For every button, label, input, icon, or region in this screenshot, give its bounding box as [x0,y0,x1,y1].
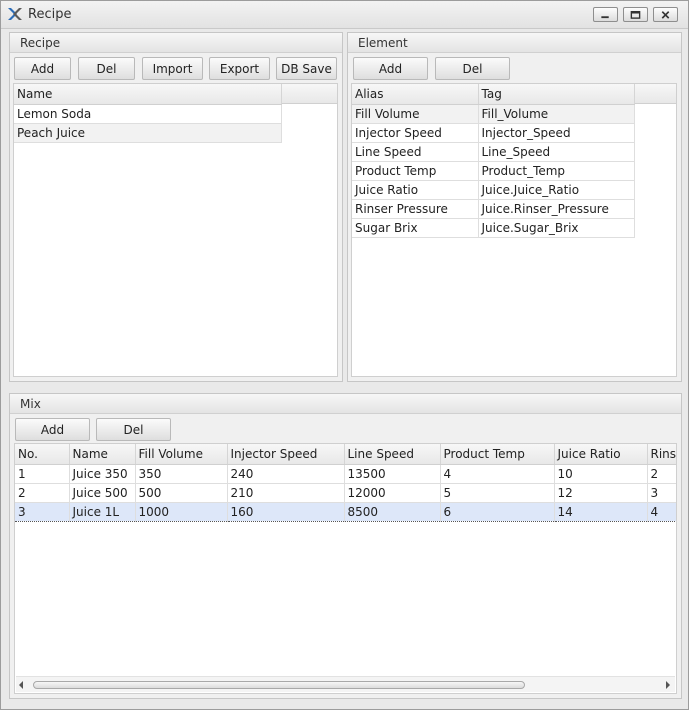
mix-cell[interactable]: 240 [227,464,345,484]
table-row[interactable]: Peach Juice [14,123,282,143]
minimize-icon [601,16,609,19]
mix-cell[interactable]: 12000 [344,483,441,503]
recipe-cell[interactable]: Peach Juice [14,123,282,143]
recipe-panel-header: Recipe [10,33,342,53]
table-row-selected[interactable]: 3 Juice 1L 1000 160 8500 6 14 4 [15,501,676,522]
alias-cell[interactable]: Fill Volume [352,104,479,124]
mix-col-product-temp[interactable]: Product Temp [440,444,555,465]
maximize-icon [630,10,641,19]
alias-cell[interactable]: Juice Ratio [352,180,479,200]
mix-cell[interactable]: 3 [647,483,676,503]
mix-col-name[interactable]: Name [69,444,136,465]
scroll-left-arrow-icon[interactable] [19,681,23,689]
table-row[interactable]: 2 Juice 500 500 210 12000 5 12 3 [15,483,676,503]
mix-cell[interactable]: Juice 500 [69,483,136,503]
table-row[interactable]: Lemon Soda [14,104,282,124]
recipe-import-button[interactable]: Import [142,57,203,80]
recipe-grid[interactable]: Name Lemon Soda Peach Juice [13,83,338,377]
mix-cell[interactable]: 2 [15,483,70,503]
mix-cell[interactable]: 4 [647,501,676,522]
mix-col-line-speed[interactable]: Line Speed [344,444,441,465]
element-panel-header: Element [348,33,681,53]
recipe-del-button[interactable]: Del [78,57,135,80]
title-bar[interactable]: Recipe [1,1,688,29]
mix-cell[interactable]: Juice 350 [69,464,136,484]
mix-cell[interactable]: 350 [135,464,228,484]
app-logo-icon [8,8,22,20]
mix-cell[interactable]: 160 [227,501,345,522]
mix-cell[interactable]: 8500 [344,501,441,522]
mix-col-no[interactable]: No. [15,444,70,465]
mix-col-rinse[interactable]: Rinse [647,444,676,465]
mix-panel-header: Mix [10,394,681,414]
mix-del-button[interactable]: Del [96,418,171,441]
mix-cell[interactable]: 10 [554,464,648,484]
recipe-export-button[interactable]: Export [209,57,270,80]
alias-cell[interactable]: Injector Speed [352,123,479,143]
mix-col-injector-speed[interactable]: Injector Speed [227,444,345,465]
tag-cell[interactable]: Line_Speed [478,142,635,162]
mix-cell[interactable]: 4 [440,464,555,484]
tag-cell[interactable]: Fill_Volume [478,104,635,124]
table-row[interactable]: Line Speed Line_Speed [352,142,635,162]
mix-add-button[interactable]: Add [15,418,90,441]
mix-cell[interactable]: 6 [440,501,555,522]
recipe-window: Recipe Recipe Add Del Import Export DB S… [0,0,689,710]
recipe-table: Name Lemon Soda Peach Juice [14,84,282,143]
tag-cell[interactable]: Product_Temp [478,161,635,181]
mix-cell[interactable]: 1000 [135,501,228,522]
mix-cell[interactable]: 5 [440,483,555,503]
mix-cell[interactable]: 14 [554,501,648,522]
minimize-button[interactable] [593,7,618,22]
table-row[interactable]: Sugar Brix Juice.Sugar_Brix [352,218,635,238]
alias-cell[interactable]: Line Speed [352,142,479,162]
tag-cell[interactable]: Juice.Rinser_Pressure [478,199,635,219]
mix-cell[interactable]: 3 [15,501,70,522]
tag-cell[interactable]: Juice.Sugar_Brix [478,218,635,238]
element-panel: Element Add Del Alias Tag Fill Volume Fil… [347,32,682,382]
mix-cell[interactable]: 12 [554,483,648,503]
alias-cell[interactable]: Rinser Pressure [352,199,479,219]
mix-table: No. Name Fill Volume Injector Speed Line… [15,444,676,522]
recipe-cell[interactable]: Lemon Soda [14,104,282,124]
table-row[interactable]: 1 Juice 350 350 240 13500 4 10 2 [15,464,676,484]
tag-cell[interactable]: Injector_Speed [478,123,635,143]
mix-cell[interactable]: 1 [15,464,70,484]
recipe-db-save-button[interactable]: DB Save [276,57,337,80]
mix-grid[interactable]: No. Name Fill Volume Injector Speed Line… [14,443,677,694]
recipe-col-name[interactable]: Name [14,84,282,105]
tag-cell[interactable]: Juice.Juice_Ratio [478,180,635,200]
mix-cell[interactable]: 2 [647,464,676,484]
element-grid[interactable]: Alias Tag Fill Volume Fill_Volume Injecto… [351,83,677,377]
table-row[interactable]: Injector Speed Injector_Speed [352,123,635,143]
element-table: Alias Tag Fill Volume Fill_Volume Injecto… [352,84,635,238]
table-row[interactable]: Fill Volume Fill_Volume [352,104,635,124]
alias-cell[interactable]: Sugar Brix [352,218,479,238]
window-title: Recipe [28,7,72,22]
alias-cell[interactable]: Product Temp [352,161,479,181]
mix-cell[interactable]: 13500 [344,464,441,484]
table-row[interactable]: Juice Ratio Juice.Juice_Ratio [352,180,635,200]
mix-cell[interactable]: 210 [227,483,345,503]
maximize-button[interactable] [623,7,648,22]
table-row[interactable]: Rinser Pressure Juice.Rinser_Pressure [352,199,635,219]
scroll-right-arrow-icon[interactable] [666,681,670,689]
element-add-button[interactable]: Add [353,57,428,80]
scrollbar-thumb[interactable] [33,681,525,689]
mix-col-juice-ratio[interactable]: Juice Ratio [554,444,648,465]
table-row[interactable]: Product Temp Product_Temp [352,161,635,181]
horizontal-scrollbar[interactable] [16,676,675,692]
recipe-add-button[interactable]: Add [14,57,71,80]
mix-panel: Mix Add Del No. Name Fill Volume Injecto… [9,393,682,699]
recipe-panel: Recipe Add Del Import Export DB Save Nam… [9,32,343,382]
mix-cell[interactable]: 500 [135,483,228,503]
close-button[interactable] [653,7,678,22]
mix-cell[interactable]: Juice 1L [69,501,136,522]
element-del-button[interactable]: Del [435,57,510,80]
close-icon [661,11,670,19]
element-col-alias[interactable]: Alias [352,84,479,105]
element-col-tag[interactable]: Tag [478,84,635,105]
mix-col-fill-volume[interactable]: Fill Volume [135,444,228,465]
